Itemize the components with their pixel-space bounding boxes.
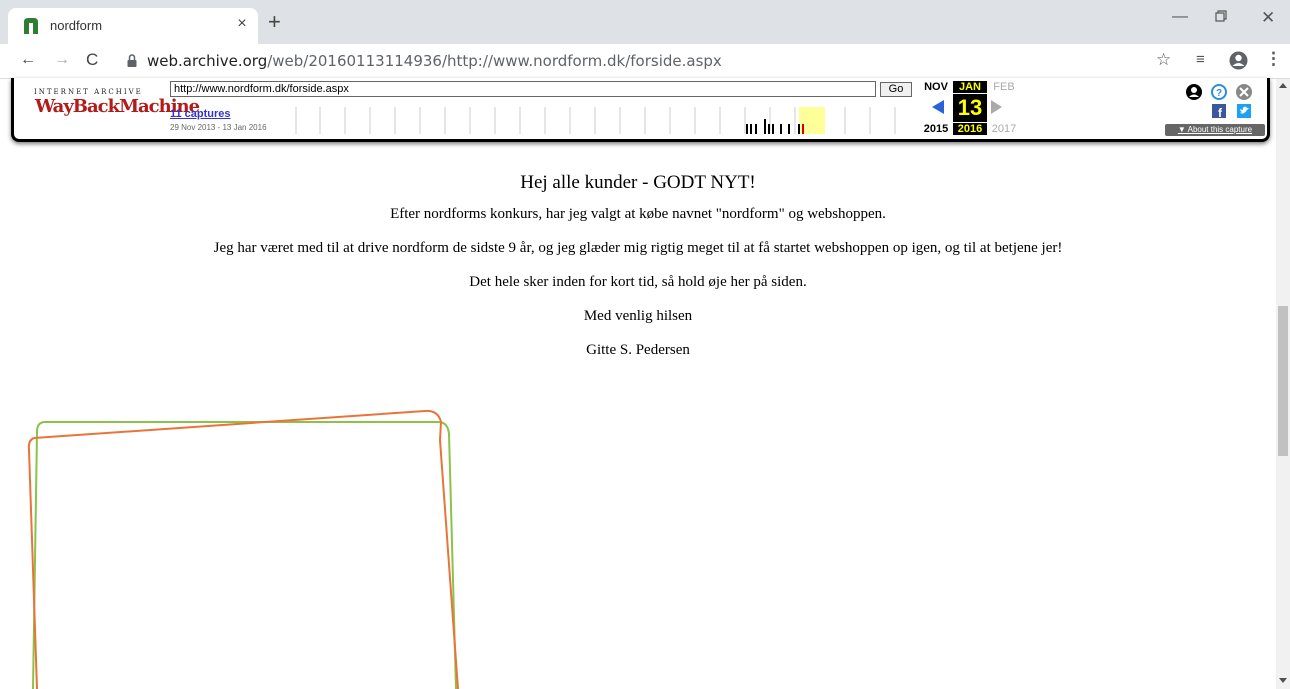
window-close-icon[interactable]: ✕ <box>1261 8 1275 28</box>
month-next: FEB <box>993 81 1015 93</box>
browser-tab[interactable]: nordform × <box>8 8 258 44</box>
month-current: JAN <box>953 81 987 93</box>
media-control-icon[interactable]: ≡ <box>1196 51 1205 68</box>
captures-range: 29 Nov 2013 - 13 Jan 2016 <box>170 123 267 132</box>
greeting: Med venlig hilsen <box>583 308 693 324</box>
tab-close-icon[interactable]: × <box>232 15 252 33</box>
lock-icon[interactable] <box>127 54 137 67</box>
wayback-toolbar: INTERNET ARCHIVE WayBackMachine http://w… <box>11 78 1270 142</box>
capture-day: 13 <box>953 94 987 122</box>
wayback-logo-caption: INTERNET ARCHIVE <box>34 88 143 96</box>
orange-frame <box>27 409 459 689</box>
vertical-scrollbar[interactable] <box>1276 79 1290 689</box>
scroll-up-arrow-icon[interactable] <box>1279 83 1287 88</box>
year-prev[interactable]: 2015 <box>919 123 953 135</box>
twitter-icon[interactable] <box>1237 104 1251 118</box>
page-heading: Hej alle kunder - GODT NYT! <box>520 172 756 193</box>
user-icon[interactable] <box>1186 84 1202 100</box>
url-path: /web/20160113114936/http://www.nordform.… <box>267 52 722 70</box>
forward-icon[interactable]: → <box>54 51 70 69</box>
year-next: 2017 <box>991 123 1017 135</box>
wayback-go-button[interactable]: Go <box>880 82 912 97</box>
profile-avatar-icon[interactable] <box>1229 51 1248 70</box>
help-icon[interactable]: ? <box>1211 84 1227 100</box>
svg-text:?: ? <box>1216 88 1222 99</box>
wayback-icons: ? f <box>1186 84 1252 119</box>
back-icon[interactable]: ← <box>20 51 36 69</box>
nordform-favicon-icon <box>24 18 38 34</box>
prev-capture-arrow-icon[interactable] <box>932 100 944 114</box>
address-bar[interactable]: web.archive.org/web/20160113114936/http:… <box>147 52 722 70</box>
scroll-thumb[interactable] <box>1278 306 1288 456</box>
page-content: Hej alle kunder - GODT NYT! Efter nordfo… <box>0 160 1276 361</box>
month-prev[interactable]: NOV <box>919 81 953 93</box>
capture-sparkline[interactable] <box>290 107 918 134</box>
decorative-frames <box>27 409 459 689</box>
next-capture-arrow-icon <box>991 100 1002 114</box>
bookmark-star-icon[interactable]: ☆ <box>1156 50 1171 70</box>
minimize-icon[interactable]: — <box>1172 8 1188 26</box>
tab-strip: nordform × + — ✕ <box>0 0 1290 44</box>
paragraph: Jeg har været med til at drive nordform … <box>213 240 1063 256</box>
wayback-url-input[interactable]: http://www.nordform.dk/forside.aspx <box>170 81 876 97</box>
scroll-down-arrow-icon[interactable] <box>1279 678 1287 683</box>
reload-icon[interactable]: C <box>86 50 98 70</box>
paragraph: Efter nordforms konkurs, har jeg valgt a… <box>390 206 886 222</box>
facebook-icon[interactable]: f <box>1212 104 1226 119</box>
green-frame <box>32 421 457 689</box>
signature: Gitte S. Pedersen <box>586 342 690 358</box>
restore-icon[interactable] <box>1215 10 1228 23</box>
browser-toolbar: ← → C web.archive.org/web/20160113114936… <box>0 44 1290 79</box>
new-tab-button[interactable]: + <box>268 11 281 33</box>
tab-title: nordform <box>50 18 103 33</box>
captures-link[interactable]: 11 captures <box>170 108 231 120</box>
browser-menu-icon[interactable]: ⋮ <box>1265 49 1282 69</box>
year-current: 2016 <box>953 123 987 135</box>
url-host: web.archive.org <box>147 52 268 70</box>
close-toolbar-icon[interactable] <box>1236 84 1252 100</box>
paragraph: Det hele sker inden for kort tid, så hol… <box>469 274 807 290</box>
about-capture-button[interactable]: ▼ About this capture <box>1165 124 1265 136</box>
